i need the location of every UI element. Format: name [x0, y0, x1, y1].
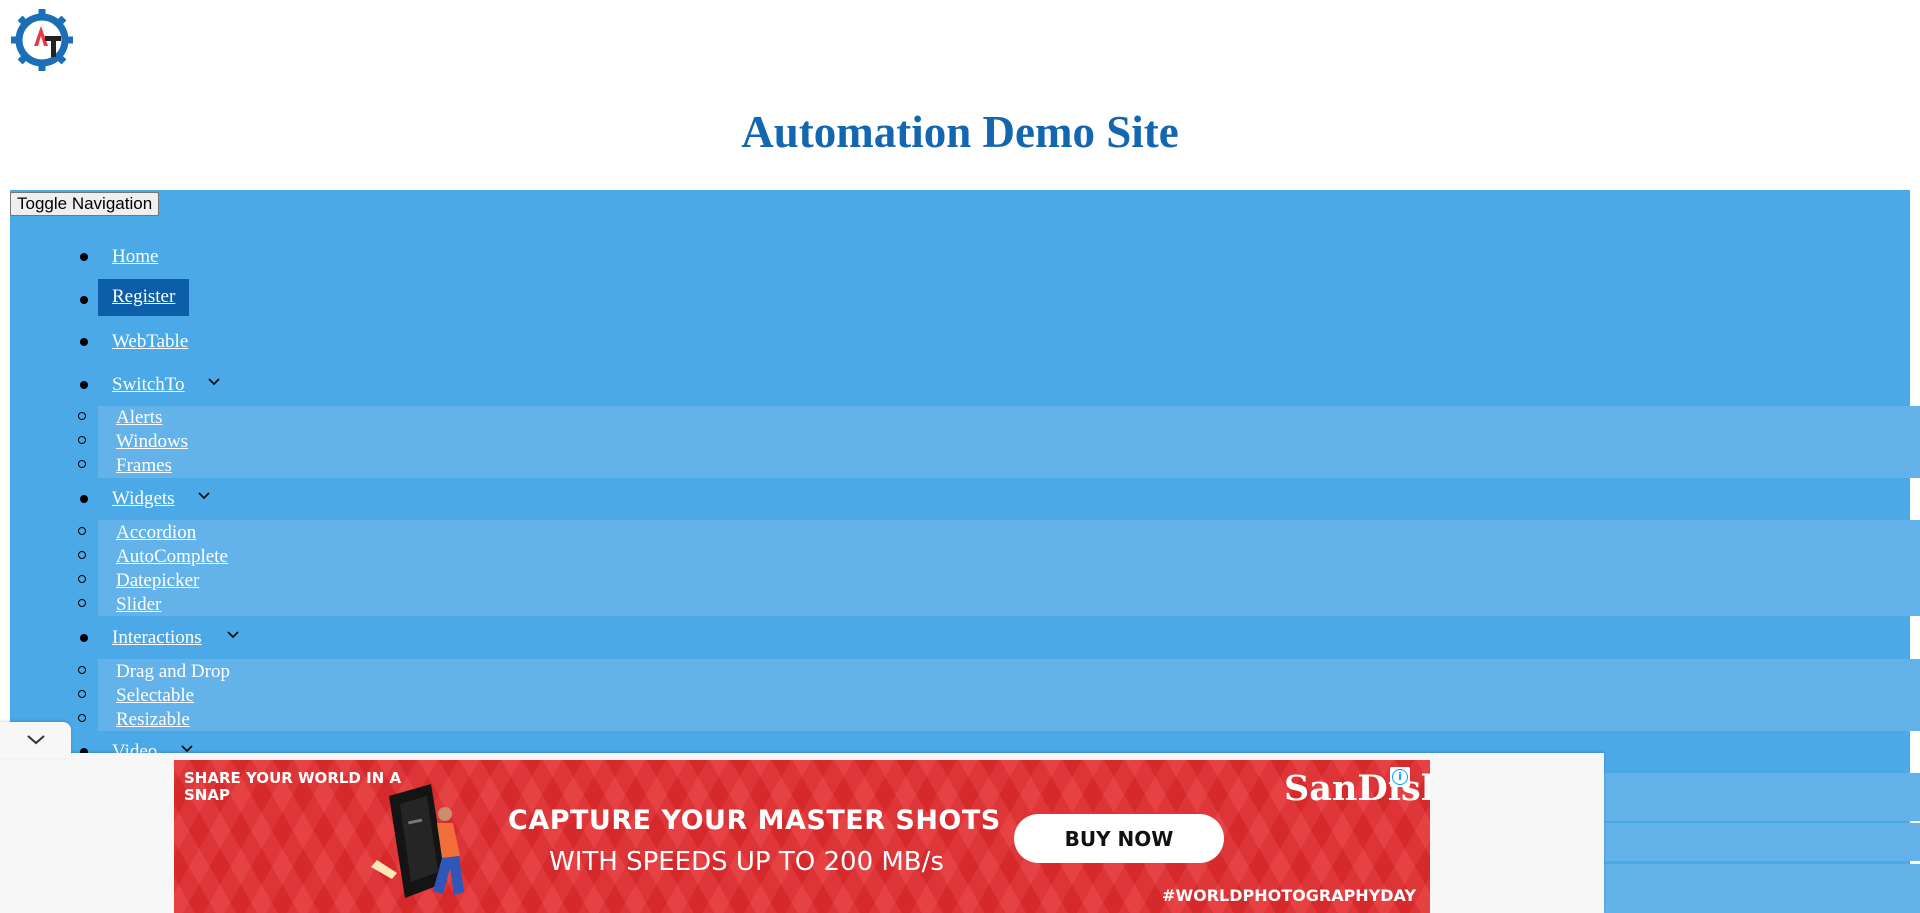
- nav-link-switchto[interactable]: SwitchTo: [112, 372, 185, 398]
- submenu-link-resizable[interactable]: Resizable: [116, 708, 190, 732]
- ad-headline-secondary: WITH SPEEDS UP TO 200 MB/s: [549, 847, 944, 877]
- list-bullet: [78, 436, 86, 444]
- page-title: Automation Demo Site: [741, 107, 1179, 157]
- list-bullet: [80, 338, 88, 346]
- list-bullet: [80, 495, 88, 503]
- list-bullet: [78, 690, 86, 698]
- submenu-link-autocomplete[interactable]: AutoComplete: [116, 545, 228, 569]
- chevron-down-icon: [27, 735, 45, 745]
- list-bullet: [78, 599, 86, 607]
- nav-item-switchto: SwitchTo: [0, 366, 1920, 406]
- nav-link-widgets[interactable]: Widgets: [112, 486, 175, 512]
- ad-headline-primary: CAPTURE YOUR MASTER SHOTS: [508, 805, 1001, 836]
- submenu-item-alerts: Alerts: [0, 406, 1920, 430]
- submenu-link-slider[interactable]: Slider: [116, 593, 161, 617]
- list-bullet: [78, 666, 86, 674]
- submenu-item-autocomplete: AutoComplete: [0, 545, 1920, 569]
- submenu-item-selectable: Selectable: [0, 684, 1920, 708]
- list-bullet: [80, 634, 88, 642]
- list-bullet: [78, 551, 86, 559]
- submenu-item-slider: Slider: [0, 593, 1920, 617]
- nav-link-interactions[interactable]: Interactions: [112, 625, 202, 651]
- submenu-link-accordion[interactable]: Accordion: [116, 521, 196, 545]
- ad-info-button[interactable]: i: [1390, 767, 1410, 787]
- nav-link-home[interactable]: Home: [112, 244, 158, 270]
- submenu-item-drag-and-drop: Drag and Drop: [0, 660, 1920, 684]
- submenu-link-datepicker[interactable]: Datepicker: [116, 569, 199, 593]
- chevron-down-icon[interactable]: [197, 489, 211, 503]
- nav-item-webtable: WebTable: [0, 323, 1920, 363]
- list-bullet: [78, 527, 86, 535]
- portable-ssd-image: [371, 784, 464, 898]
- submenu-link-windows[interactable]: Windows: [116, 430, 188, 454]
- submenu-item-frames: Frames: [0, 454, 1920, 478]
- ad-hashtag: #WORLDPHOTOGRAPHYDAY: [1162, 886, 1416, 905]
- buy-now-button[interactable]: BUY NOW: [1014, 814, 1224, 863]
- toggle-navigation-button[interactable]: Toggle Navigation: [10, 192, 160, 216]
- nav-item-register: Register: [0, 279, 1920, 321]
- nav-item-home: Home: [0, 238, 1920, 278]
- submenu-item-datepicker: Datepicker: [0, 569, 1920, 593]
- list-bullet: [78, 714, 86, 722]
- list-bullet: [78, 412, 86, 420]
- site-logo[interactable]: [10, 8, 74, 72]
- nav-link-register-active[interactable]: Register: [98, 279, 190, 316]
- nav-item-widgets: Widgets: [0, 480, 1920, 520]
- ad-collapse-button[interactable]: [0, 722, 71, 758]
- sandisk-ad-banner[interactable]: SHARE YOUR WORLD IN A SNAP CAPTURE YOUR …: [174, 760, 1430, 913]
- list-bullet: [78, 460, 86, 468]
- info-icon: i: [1392, 769, 1408, 785]
- submenu-item-windows: Windows: [0, 430, 1920, 454]
- submenu-link-alerts[interactable]: Alerts: [116, 406, 162, 430]
- anchor-ad-container: SHARE YOUR WORLD IN A SNAP CAPTURE YOUR …: [0, 753, 1604, 913]
- submenu-link-frames[interactable]: Frames: [116, 454, 172, 478]
- nav-link-webtable[interactable]: WebTable: [112, 329, 188, 355]
- chevron-down-icon[interactable]: [207, 375, 221, 389]
- page: Automation Demo Site Toggle Navigation H…: [0, 0, 1920, 913]
- submenu-link-drag-and-drop[interactable]: Drag and Drop: [116, 660, 230, 684]
- submenu-link-selectable[interactable]: Selectable: [116, 684, 194, 708]
- list-bullet: [78, 575, 86, 583]
- list-bullet: [80, 381, 88, 389]
- submenu-item-accordion: Accordion: [0, 521, 1920, 545]
- chevron-down-icon[interactable]: [226, 628, 240, 642]
- submenu-item-resizable: Resizable: [0, 708, 1920, 732]
- nav-item-interactions: Interactions: [0, 619, 1920, 659]
- list-bullet: [80, 296, 88, 304]
- list-bullet: [80, 253, 88, 261]
